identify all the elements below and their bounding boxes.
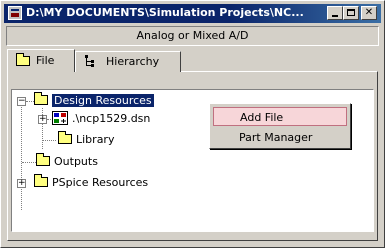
folder-icon [16,53,30,66]
collapse-toggle-design-resources[interactable]: − [17,97,26,106]
tab-hierarchy-label: Hierarchy [106,55,160,68]
folder-icon [58,131,72,144]
tab-file-label: File [36,54,55,67]
tree-item-label: PSpice Resources [52,176,149,189]
context-menu: Add File Part Manager [209,103,351,149]
tree-item-label: .\ncp1529.dsn [72,112,151,125]
tree-item-dsn-file[interactable]: .\ncp1529.dsn [52,111,150,127]
minimize-button[interactable] [327,6,343,20]
tree-item-outputs[interactable]: Outputs [36,153,98,170]
project-window: D:\MY DOCUMENTS\Simulation Projects\NC..… [0,0,385,248]
folder-icon [36,153,50,166]
minimize-icon [332,15,338,17]
tab-hierarchy[interactable]: Hierarchy [75,51,181,72]
tree-item-label: Library [76,133,115,146]
tree-item-design-resources[interactable]: Design Resources [34,92,154,109]
close-icon: ✕ [364,7,374,18]
maximize-button[interactable] [343,6,359,20]
maximize-icon [347,9,355,16]
expand-toggle-dsn[interactable]: + [38,115,47,124]
tree-item-library[interactable]: Library [58,131,115,148]
close-button[interactable]: ✕ [361,6,377,20]
expand-toggle-pspice-resources[interactable]: + [17,179,26,188]
tab-file[interactable]: File [7,49,75,72]
design-file-icon [52,111,68,125]
app-icon[interactable] [8,6,22,20]
window-title: D:\MY DOCUMENTS\Simulation Projects\NC..… [26,6,304,19]
folder-icon [34,92,48,105]
project-type-bar: Analog or Mixed A/D [6,26,379,46]
title-bar[interactable]: D:\MY DOCUMENTS\Simulation Projects\NC..… [4,4,381,23]
menu-item-add-file[interactable]: Add File [213,107,347,126]
folder-icon [34,174,48,187]
hierarchy-icon [84,55,98,67]
tree-item-label: Outputs [54,155,98,168]
menu-item-part-manager[interactable]: Part Manager [213,128,347,147]
tree-item-pspice-resources[interactable]: PSpice Resources [34,174,149,191]
tree-item-label: Design Resources [52,94,154,107]
